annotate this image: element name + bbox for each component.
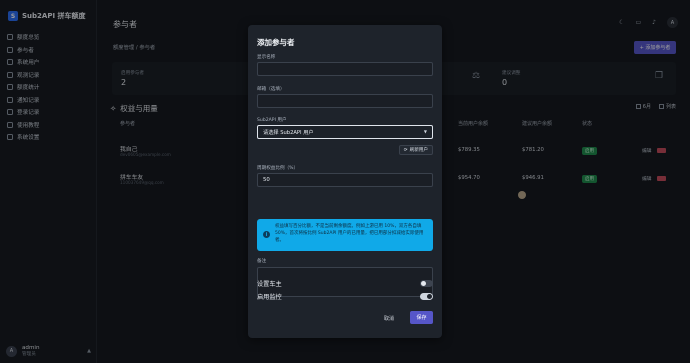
refresh-users-button[interactable]: ⟳ 刷新用户	[398, 145, 433, 155]
chevron-down-icon: ▼	[423, 129, 427, 134]
email-field[interactable]	[257, 94, 433, 108]
owner-row: 设置车主	[257, 279, 433, 288]
note-label: 备注	[257, 259, 267, 264]
select-value: 请选择 Sub2API 用户	[263, 130, 314, 136]
refresh-users-label: 刷新用户	[409, 148, 428, 153]
info-icon: i	[263, 231, 270, 238]
email-label: 邮箱（选填）	[257, 87, 285, 92]
sub2api-user-select[interactable]: 请选择 Sub2API 用户 ▼	[257, 125, 433, 139]
display-name-field[interactable]	[257, 62, 433, 76]
monitor-label: 启用监控	[257, 294, 282, 301]
ratio-label: 周期权益比例（%）	[257, 166, 299, 171]
info-text: 权益填写百分比额，不是当前剩余额度。例如上游已用 10%，双方各自填 50%，首…	[275, 224, 424, 243]
ratio-value: 50	[263, 177, 270, 183]
display-name-label: 显示名称	[257, 55, 276, 60]
save-button[interactable]: 保存	[410, 311, 433, 324]
monitor-toggle[interactable]	[420, 293, 433, 300]
owner-label: 设置车主	[257, 281, 282, 288]
info-alert: i 权益填写百分比额，不是当前剩余额度。例如上游已用 10%，双方各自填 50%…	[257, 219, 433, 251]
cancel-button[interactable]: 取消	[384, 315, 394, 322]
sub2api-user-label: Sub2API 用户	[257, 118, 287, 123]
ratio-field[interactable]: 50	[257, 173, 433, 187]
toggle-knob	[421, 281, 426, 286]
add-participant-dialog: 添加参与者 显示名称 邮箱（选填） Sub2API 用户 请选择 Sub2API…	[248, 25, 442, 338]
toggle-knob	[427, 294, 432, 299]
monitor-row: 启用监控	[257, 292, 433, 301]
dialog-title: 添加参与者	[257, 38, 295, 47]
refresh-icon: ⟳	[403, 147, 408, 153]
owner-toggle[interactable]	[420, 280, 433, 287]
